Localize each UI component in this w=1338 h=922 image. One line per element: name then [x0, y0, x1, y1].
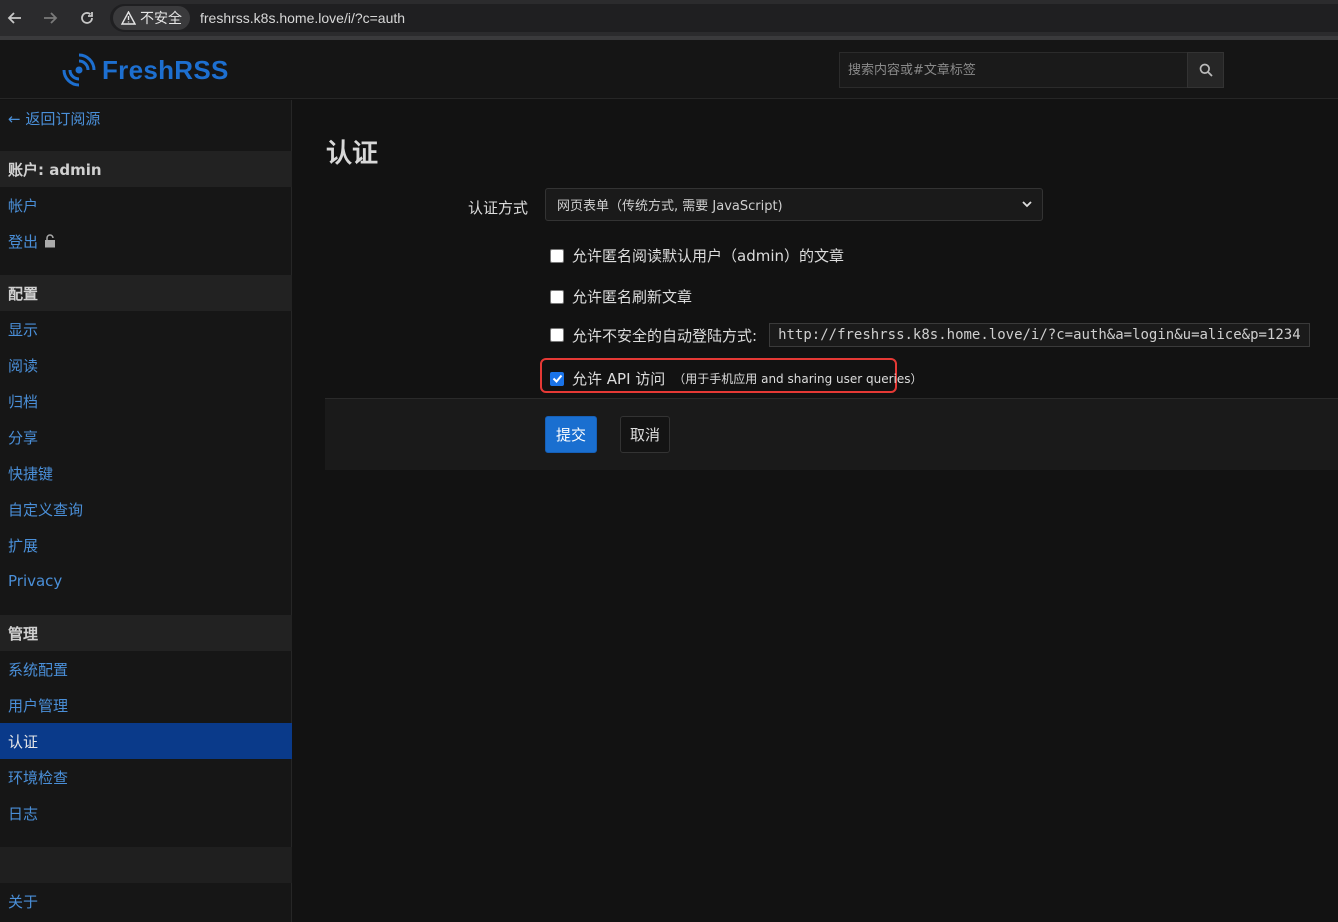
- url-text[interactable]: freshrss.k8s.home.love/i/?c=auth: [200, 10, 405, 26]
- sidebar-item-logs[interactable]: 日志: [0, 795, 292, 831]
- anon-refresh-checkbox[interactable]: [550, 289, 564, 304]
- sidebar-section-config: 配置: [0, 275, 292, 311]
- sidebar-item-shortcuts[interactable]: 快捷键: [0, 455, 292, 491]
- sidebar-item-sharing[interactable]: 分享: [0, 419, 292, 455]
- security-indicator[interactable]: 不安全: [113, 6, 190, 30]
- sidebar-item-auth[interactable]: 认证: [0, 723, 292, 759]
- sidebar-section-account: 账户: admin: [0, 151, 292, 187]
- search-button[interactable]: [1187, 52, 1224, 88]
- sidebar-item-queries[interactable]: 自定义查询: [0, 491, 292, 527]
- app-header: FreshRSS: [0, 40, 1338, 99]
- sidebar-item-reading[interactable]: 阅读: [0, 347, 292, 383]
- sidebar-item-label: 登出: [8, 232, 39, 251]
- freshrss-logo[interactable]: FreshRSS: [62, 53, 229, 87]
- warning-icon: [121, 11, 136, 25]
- sidebar-section-admin: 管理: [0, 615, 292, 651]
- sidebar-section-divider: [0, 847, 292, 883]
- sidebar-item-system[interactable]: 系统配置: [0, 651, 292, 687]
- rss-logo-icon: [62, 53, 96, 87]
- option-api-access: 允许 API 访问 （用于手机应用 and sharing user queri…: [550, 368, 923, 389]
- search-icon: [1199, 63, 1213, 77]
- logo-text: FreshRSS: [102, 54, 229, 85]
- sidebar: ← 返回订阅源 账户: admin 帐户 登出 配置 显示 阅读 归档 分享 快…: [0, 100, 292, 922]
- anon-read-checkbox[interactable]: [550, 248, 564, 263]
- chevron-down-icon: [1022, 201, 1032, 208]
- sidebar-item-logout[interactable]: 登出: [0, 223, 292, 259]
- unsafe-login-url: http://freshrss.k8s.home.love/i/?c=auth&…: [769, 323, 1310, 347]
- sidebar-item-check[interactable]: 环境检查: [0, 759, 292, 795]
- search-bar: [839, 52, 1224, 88]
- reload-icon[interactable]: [76, 7, 98, 29]
- anon-read-label[interactable]: 允许匿名阅读默认用户（admin）的文章: [572, 245, 844, 266]
- sidebar-back-link[interactable]: ← 返回订阅源: [0, 100, 292, 136]
- main-content: 认证 认证方式 网页表单（传统方式, 需要 JavaScript) 允许匿名阅读…: [293, 100, 1338, 922]
- insecure-label: 不安全: [140, 11, 182, 27]
- forward-arrow-icon[interactable]: [39, 7, 61, 29]
- auth-method-select[interactable]: 网页表单（传统方式, 需要 JavaScript): [545, 188, 1043, 221]
- address-bar[interactable]: 不安全 freshrss.k8s.home.love/i/?c=auth: [110, 4, 1338, 32]
- option-anon-refresh: 允许匿名刷新文章: [550, 286, 692, 307]
- auth-method-value: 网页表单（传统方式, 需要 JavaScript): [557, 199, 783, 214]
- sidebar-item-privacy[interactable]: Privacy: [0, 563, 292, 599]
- option-anon-read: 允许匿名阅读默认用户（admin）的文章: [550, 245, 844, 266]
- api-access-label[interactable]: 允许 API 访问: [572, 368, 665, 389]
- search-input[interactable]: [839, 52, 1187, 88]
- option-unsafe-login: 允许不安全的自动登陆方式: http://freshrss.k8s.home.l…: [550, 323, 1310, 347]
- page-title: 认证: [326, 139, 379, 169]
- form-actions: 提交 取消: [325, 398, 1338, 470]
- back-arrow-icon[interactable]: [4, 7, 26, 29]
- browser-toolbar: 不安全 freshrss.k8s.home.love/i/?c=auth: [0, 0, 1338, 36]
- sidebar-item-users[interactable]: 用户管理: [0, 687, 292, 723]
- checkmark-icon: [552, 374, 562, 383]
- sidebar-item-archiving[interactable]: 归档: [0, 383, 292, 419]
- auth-method-label: 认证方式: [468, 199, 529, 217]
- sidebar-item-extensions[interactable]: 扩展: [0, 527, 292, 563]
- api-access-checkbox[interactable]: [550, 371, 564, 386]
- api-access-note: （用于手机应用 and sharing user queries）: [673, 372, 923, 386]
- anon-refresh-label[interactable]: 允许匿名刷新文章: [572, 286, 692, 307]
- sidebar-item-about[interactable]: 关于: [0, 883, 292, 919]
- cancel-button[interactable]: 取消: [620, 416, 670, 453]
- unsafe-login-label[interactable]: 允许不安全的自动登陆方式:: [572, 325, 757, 346]
- sidebar-item-account[interactable]: 帐户: [0, 187, 292, 223]
- lock-icon: [45, 234, 56, 248]
- unsafe-login-checkbox[interactable]: [550, 328, 564, 342]
- sidebar-item-display[interactable]: 显示: [0, 311, 292, 347]
- submit-button[interactable]: 提交: [545, 416, 597, 453]
